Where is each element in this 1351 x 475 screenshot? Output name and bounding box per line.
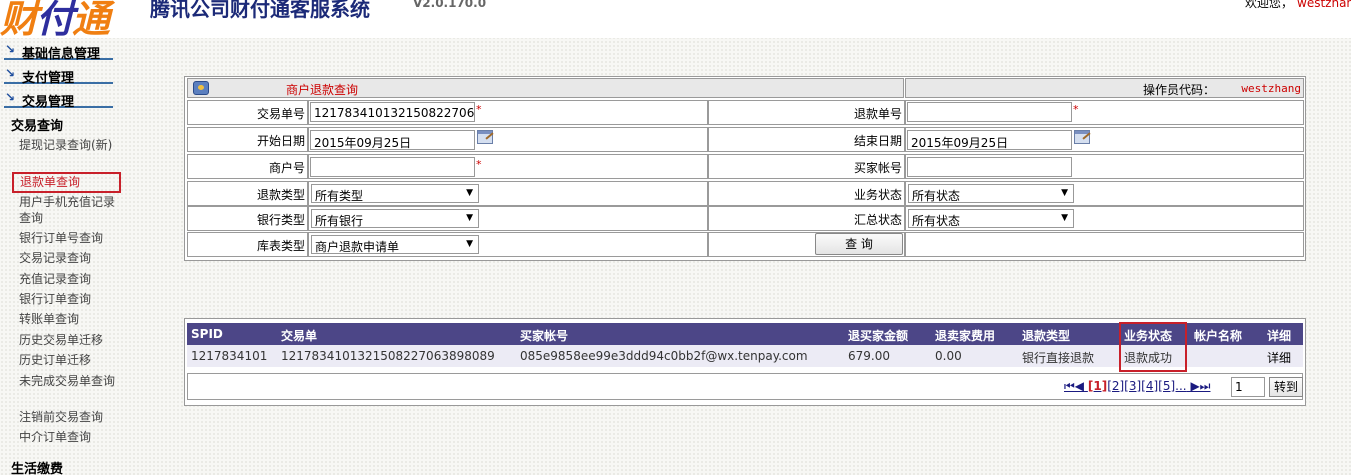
welcome-text: 欢迎您，westzhang: [1245, 0, 1351, 11]
refund-type-label: 退款类型: [187, 181, 308, 206]
sidebar-item-agent-order[interactable]: 中介订单查询: [19, 429, 119, 445]
sidebar-item-unfinished-trade[interactable]: 未完成交易单查询: [19, 373, 119, 405]
cell-spid: 1217834101: [191, 349, 268, 363]
pagination: ⏮◀ [1][2][3][4][5]... ▶⏭ 1 转到: [187, 373, 1303, 400]
biz-status-label: 业务状态: [708, 181, 905, 206]
detail-link[interactable]: 详细: [1267, 349, 1291, 366]
sidebar-item-history-trade-migrate[interactable]: 历史交易单迁移: [19, 332, 119, 348]
col-refund-buyer-amount: 退买家金额: [848, 329, 909, 343]
sidebar-section-payment[interactable]: ↘ 支付管理: [4, 65, 113, 86]
cell-refund-seller-fee: 0.00: [935, 349, 962, 363]
cell-refund-type: 银行直接退款: [1022, 351, 1095, 365]
table-type-select[interactable]: 商户退款申请单 ▼: [311, 235, 479, 254]
sidebar-item-refund-query[interactable]: 退款单查询: [12, 172, 121, 193]
operator-bar: 操作员代码： westzhang: [905, 78, 1304, 98]
refund-type-select[interactable]: 所有类型 ▼: [311, 184, 479, 203]
required-mark: *: [1073, 103, 1079, 116]
col-trade-no: 交易单: [281, 329, 318, 343]
col-detail: 详细: [1267, 329, 1292, 343]
summary-status-select[interactable]: 所有状态 ▼: [908, 209, 1074, 228]
start-date-input[interactable]: 2015年09月25日: [310, 130, 475, 150]
system-title: 腾讯公司财付通客服系统: [150, 0, 370, 21]
page-number-links[interactable]: [2][3][4][5]...: [1107, 379, 1186, 393]
form-icon: [193, 81, 209, 95]
page-number-input[interactable]: 1: [1231, 377, 1265, 397]
required-mark: *: [476, 158, 482, 171]
sidebar: ↘ 基础信息管理 ↘ 支付管理 ↘ 交易管理 交易查询 提现记录查询(新) 退款…: [0, 40, 130, 475]
sidebar-item-pre-cancel-trade[interactable]: 注销前交易查询: [19, 409, 119, 425]
dropdown-arrow-icon: ▼: [1061, 188, 1068, 198]
expand-arrow-icon: ↘: [5, 66, 16, 80]
col-spid: SPID: [191, 327, 223, 341]
sidebar-section-trade[interactable]: ↘ 交易管理: [4, 89, 113, 110]
dropdown-arrow-icon: ▼: [466, 213, 473, 223]
refund-query-panel: 商户退款查询 操作员代码： westzhang 交易单号 12178341013…: [184, 76, 1306, 261]
calendar-icon[interactable]: [477, 130, 493, 144]
cell-trade-no: 1217834101321508227063898089: [281, 349, 495, 363]
buyer-input[interactable]: [907, 157, 1072, 177]
panel-title: 商户退款查询: [286, 83, 359, 97]
calendar-icon[interactable]: [1074, 130, 1090, 144]
refund-no-label: 退款单号: [708, 100, 905, 125]
results-table: SPID 交易单 买家帐号 退买家金额 退卖家费用 退款类型 业务状态 帐户名称…: [184, 318, 1306, 406]
sidebar-group-trade-query: 交易查询: [11, 119, 64, 134]
page-links[interactable]: ⏮◀ [1][2][3][4][5]... ▶⏭: [1064, 379, 1210, 394]
expand-arrow-icon: ↘: [5, 90, 16, 104]
username: westzhang: [1297, 0, 1351, 10]
header: 财付通 腾讯公司财付通客服系统 V2.0.170.0 欢迎您，westzhang: [0, 0, 1351, 38]
col-refund-seller-fee: 退卖家费用: [935, 329, 996, 343]
sidebar-item-transfer[interactable]: 转账单查询: [19, 311, 119, 327]
start-date-label: 开始日期: [187, 127, 308, 152]
sidebar-item-history-order-migrate[interactable]: 历史订单迁移: [19, 352, 119, 368]
sidebar-group-life-payment: 生活缴费: [11, 462, 64, 475]
col-buyer-account: 买家帐号: [520, 329, 569, 343]
panel-title-bar: 商户退款查询: [187, 78, 904, 98]
next-last-page-icon[interactable]: ▶⏭: [1190, 379, 1210, 393]
merchant-input[interactable]: [310, 157, 475, 177]
table-type-label: 库表类型: [187, 232, 308, 257]
bank-type-select[interactable]: 所有银行 ▼: [311, 209, 479, 228]
trade-no-label: 交易单号: [187, 100, 308, 125]
goto-page-button[interactable]: 转到: [1269, 377, 1303, 397]
sidebar-item-withdraw-query[interactable]: 提现记录查询(新): [19, 137, 119, 169]
sidebar-section-basic-info[interactable]: ↘ 基础信息管理: [4, 41, 113, 62]
sidebar-item-bank-order-no[interactable]: 银行订单号查询: [19, 230, 119, 246]
buyer-label: 买家帐号: [708, 154, 905, 179]
col-account-name: 帐户名称: [1194, 329, 1243, 343]
operator-label: 操作员代码：: [1142, 83, 1215, 97]
current-page: [1]: [1087, 379, 1108, 393]
expand-arrow-icon: ↘: [5, 42, 16, 56]
dropdown-arrow-icon: ▼: [1061, 213, 1068, 223]
sidebar-item-trade-record[interactable]: 交易记录查询: [19, 250, 119, 266]
operator-value: westzhang: [1241, 82, 1301, 95]
trade-no-input[interactable]: 1217834101321508227063898089: [310, 102, 475, 122]
version-label: V2.0.170.0: [413, 0, 487, 10]
cell-buyer-account: 085e9858ee99e3ddd94c0bb2f@wx.tenpay.com: [520, 349, 808, 363]
required-mark: *: [476, 103, 482, 116]
bank-type-label: 银行类型: [187, 206, 308, 231]
dropdown-arrow-icon: ▼: [466, 188, 473, 198]
first-prev-page-icon[interactable]: ⏮◀: [1064, 379, 1084, 393]
summary-status-label: 汇总状态: [708, 206, 905, 231]
tenpay-logo: 财付通: [0, 0, 110, 38]
refund-no-input[interactable]: [907, 102, 1072, 122]
sidebar-item-bank-order[interactable]: 银行订单查询: [19, 291, 119, 307]
end-date-label: 结束日期: [708, 127, 905, 152]
biz-status-select[interactable]: 所有状态 ▼: [908, 184, 1074, 203]
col-refund-type: 退款类型: [1022, 329, 1071, 343]
sidebar-item-recharge-record[interactable]: 充值记录查询: [19, 271, 119, 287]
cell-refund-buyer-amount: 679.00: [848, 349, 890, 363]
dropdown-arrow-icon: ▼: [466, 239, 473, 249]
status-highlight-box: [1119, 322, 1187, 372]
end-date-input[interactable]: 2015年09月25日: [907, 130, 1072, 150]
merchant-label: 商户号: [187, 154, 308, 179]
sidebar-item-mobile-recharge[interactable]: 用户手机充值记录查询: [19, 194, 119, 226]
query-button[interactable]: 查 询: [815, 233, 903, 255]
